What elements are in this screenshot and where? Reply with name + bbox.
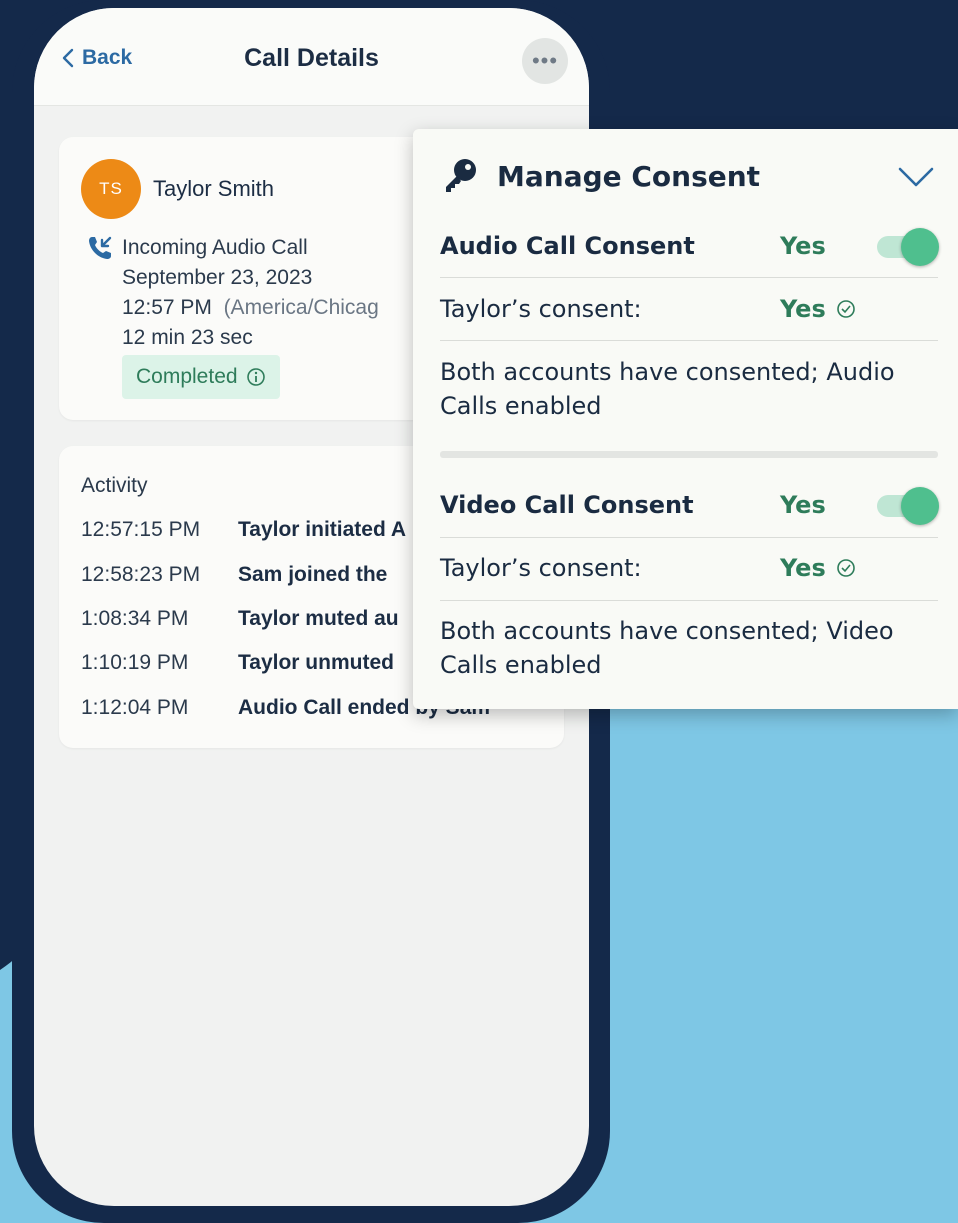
activity-text: Taylor unmuted xyxy=(238,651,394,674)
divider xyxy=(440,340,938,341)
party-consent-label: Taylor’s consent: xyxy=(440,295,642,323)
audio-consent-title: Audio Call Consent xyxy=(440,232,695,260)
chevron-down-icon[interactable] xyxy=(897,165,935,189)
divider xyxy=(440,537,938,538)
navigation-bar: Back Call Details ••• xyxy=(34,8,589,106)
video-party-consent-row: Taylor’s consent: Yes xyxy=(440,554,938,588)
activity-row: 12:57:15 PM Taylor initiated A xyxy=(81,518,406,542)
audio-consent-row: Audio Call Consent Yes xyxy=(440,226,939,268)
status-badge[interactable]: Completed xyxy=(122,355,280,399)
video-consent-title: Video Call Consent xyxy=(440,491,694,519)
avatar: TS xyxy=(81,159,141,219)
activity-time: 12:58:23 PM xyxy=(81,563,201,586)
activity-time: 1:10:19 PM xyxy=(81,651,189,674)
call-timezone: (America/Chicag xyxy=(223,296,379,319)
activity-time: 12:57:15 PM xyxy=(81,518,201,541)
video-consent-toggle[interactable] xyxy=(877,485,939,527)
panel-header: Manage Consent xyxy=(441,157,760,195)
activity-title: Activity xyxy=(81,474,148,497)
section-divider xyxy=(440,451,938,458)
activity-text: Taylor initiated A xyxy=(238,518,407,541)
party-consent-yes: Yes xyxy=(780,295,826,323)
page-title: Call Details xyxy=(244,44,379,72)
video-consent-row: Video Call Consent Yes xyxy=(440,485,939,527)
contact-name: Taylor Smith xyxy=(153,176,275,201)
activity-row: 1:10:19 PM Taylor unmuted xyxy=(81,651,394,675)
party-consent-value: Yes xyxy=(780,554,856,582)
activity-text: Taylor muted au xyxy=(238,607,399,630)
audio-consent-toggle[interactable] xyxy=(877,226,939,268)
video-consent-description: Both accounts have consented; Video Call… xyxy=(440,617,894,679)
call-date: September 23, 2023 xyxy=(122,266,313,289)
party-consent-value: Yes xyxy=(780,295,856,323)
panel-title: Manage Consent xyxy=(497,159,761,193)
incoming-call-icon xyxy=(89,236,112,259)
call-duration: 12 min 23 sec xyxy=(122,326,253,349)
status-label: Completed xyxy=(136,365,238,388)
key-icon xyxy=(446,159,476,192)
check-circle-icon xyxy=(836,559,855,577)
activity-time: 1:12:04 PM xyxy=(81,696,189,719)
party-consent-yes: Yes xyxy=(780,554,826,582)
activity-text: Sam joined the xyxy=(238,563,388,586)
call-type: Incoming Audio Call xyxy=(122,236,308,259)
audio-consent-value: Yes xyxy=(780,232,826,260)
activity-time: 1:08:34 PM xyxy=(81,607,189,630)
call-time-row: 12:57 PM (America/Chicag xyxy=(122,293,379,323)
more-options-button[interactable]: ••• xyxy=(522,38,568,84)
video-consent-value: Yes xyxy=(780,491,826,519)
activity-row: 1:08:34 PM Taylor muted au xyxy=(81,607,399,631)
toggle-knob xyxy=(901,487,939,525)
manage-consent-panel: Manage Consent Audio Call Consent Yes Ta… xyxy=(413,129,958,709)
call-time: 12:57 PM xyxy=(122,296,212,319)
divider xyxy=(440,277,938,278)
ellipsis-icon: ••• xyxy=(531,48,559,73)
party-consent-label: Taylor’s consent: xyxy=(440,554,642,582)
info-icon xyxy=(246,368,265,386)
toggle-knob xyxy=(901,228,939,266)
audio-party-consent-row: Taylor’s consent: Yes xyxy=(440,295,938,329)
call-info: Incoming Audio Call September 23, 2023 1… xyxy=(122,233,379,353)
activity-row: 12:58:23 PM Sam joined the xyxy=(81,563,387,587)
divider xyxy=(440,600,938,601)
audio-consent-description: Both accounts have consented; Audio Call… xyxy=(440,358,895,420)
check-circle-icon xyxy=(836,300,855,318)
